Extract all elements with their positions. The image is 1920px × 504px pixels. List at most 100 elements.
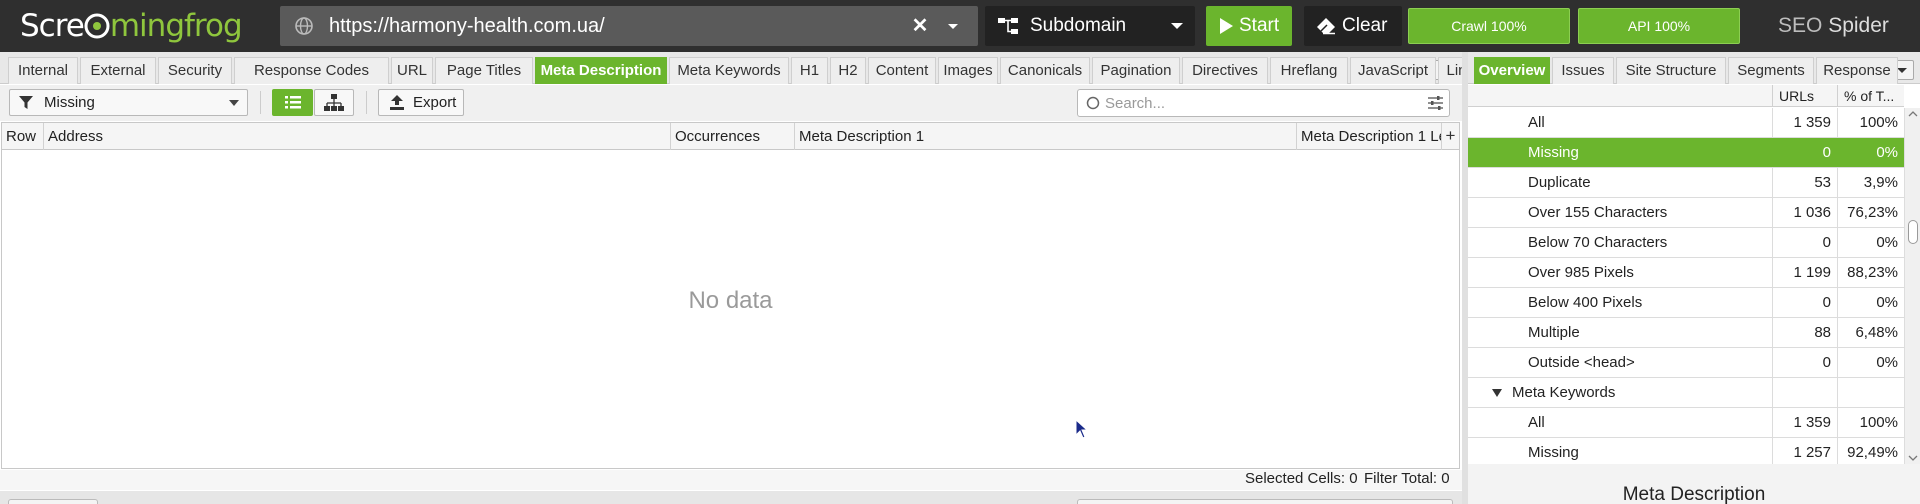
column-occurrences[interactable]: Occurrences xyxy=(671,123,795,150)
tree-view-button[interactable] xyxy=(314,89,354,116)
close-icon[interactable]: ✕ xyxy=(910,16,930,36)
overview-row-urls xyxy=(1772,378,1837,407)
list-icon xyxy=(285,96,301,109)
sliders-icon[interactable] xyxy=(1428,96,1443,110)
overview-row[interactable]: Duplicate 53 3,9% xyxy=(1468,168,1904,198)
column-percent[interactable]: % of T... xyxy=(1837,85,1904,107)
tab-segments[interactable]: Segments xyxy=(1728,57,1814,84)
tab-external[interactable]: External xyxy=(80,57,156,84)
tab-site-structure[interactable]: Site Structure xyxy=(1616,57,1726,84)
chevron-up-icon[interactable] xyxy=(1908,110,1918,118)
overview-row-label: Below 70 Characters xyxy=(1528,234,1668,251)
tab-directives[interactable]: Directives xyxy=(1182,57,1268,84)
tab-url[interactable]: URL xyxy=(391,57,433,84)
overview-scrollbar[interactable] xyxy=(1904,108,1920,464)
tab-internal[interactable]: Internal xyxy=(8,57,78,84)
overview-row-percent: 76,23% xyxy=(1837,198,1904,227)
expand-triangle-icon[interactable] xyxy=(1492,389,1502,397)
column-meta-description-1[interactable]: Meta Description 1 xyxy=(795,123,1297,150)
overview-category[interactable]: Meta Keywords xyxy=(1468,378,1904,408)
tab-meta-keywords[interactable]: Meta Keywords xyxy=(669,57,789,84)
overview-row-percent: 92,49% xyxy=(1837,438,1904,464)
lower-pane-search[interactable] xyxy=(1077,499,1453,504)
top-toolbar: Scre mingfrog https://harmony-health.com.… xyxy=(0,0,1920,52)
divider xyxy=(366,91,367,114)
overview-row-label: All xyxy=(1528,114,1545,131)
tab-issues[interactable]: Issues xyxy=(1552,57,1614,84)
tab-meta-description[interactable]: Meta Description xyxy=(535,57,667,84)
overview-row[interactable]: Over 155 Characters 1 036 76,23% xyxy=(1468,198,1904,228)
overview-row-percent: 100% xyxy=(1837,108,1904,137)
chart-title: Meta Description xyxy=(1622,484,1766,504)
overview-row[interactable]: Missing 1 257 92,49% xyxy=(1468,438,1904,464)
overview-row[interactable]: Missing 0 0% xyxy=(1468,138,1904,168)
overview-row-percent: 0% xyxy=(1837,348,1904,377)
tab-response-codes[interactable]: Response Codes xyxy=(234,57,389,84)
overview-row[interactable]: Below 400 Pixels 0 0% xyxy=(1468,288,1904,318)
tab-javascript[interactable]: JavaScript xyxy=(1350,57,1436,84)
overview-row-percent: 100% xyxy=(1837,408,1904,437)
overview-row-percent: 0% xyxy=(1837,228,1904,257)
overview-row-percent: 88,23% xyxy=(1837,258,1904,287)
overview-row[interactable]: All 1 359 100% xyxy=(1468,408,1904,438)
tab-overview[interactable]: Overview xyxy=(1474,57,1550,84)
overview-row-urls: 1 359 xyxy=(1772,408,1837,437)
filter-toolbar: Missing Export xyxy=(0,85,1462,121)
scrollbar-thumb[interactable] xyxy=(1908,220,1918,244)
list-view-button[interactable] xyxy=(272,89,313,116)
tab-response[interactable]: Response xyxy=(1816,57,1898,84)
filter-value: Missing xyxy=(44,94,95,111)
chevron-down-icon[interactable] xyxy=(1908,454,1918,462)
url-text[interactable]: https://harmony-health.com.ua/ xyxy=(329,6,605,46)
tab-hreflang[interactable]: Hreflang xyxy=(1270,57,1348,84)
overview-row[interactable]: Outside <head> 0 0% xyxy=(1468,348,1904,378)
results-table: Row Address Occurrences Meta Description… xyxy=(1,122,1460,469)
overview-row[interactable]: Over 985 Pixels 1 199 88,23% xyxy=(1468,258,1904,288)
overview-row-urls: 1 199 xyxy=(1772,258,1837,287)
search-input[interactable] xyxy=(1105,93,1405,113)
column-meta-description-1-length[interactable]: Meta Description 1 Le xyxy=(1297,123,1442,150)
overview-row-urls: 0 xyxy=(1772,138,1837,167)
mouse-cursor-icon xyxy=(1075,419,1089,439)
tab-h2[interactable]: H2 xyxy=(830,57,866,84)
lower-pane-tab[interactable] xyxy=(8,499,98,504)
overview-row[interactable]: Multiple 88 6,48% xyxy=(1468,318,1904,348)
column-address[interactable]: Address xyxy=(44,123,671,150)
overview-row-urls: 88 xyxy=(1772,318,1837,347)
crawl-mode-select[interactable]: Subdomain xyxy=(985,6,1195,46)
clear-label: Clear xyxy=(1342,15,1388,36)
tab-pagination[interactable]: Pagination xyxy=(1092,57,1180,84)
lower-pane-edge xyxy=(0,491,1462,504)
overview-row-label: Meta Keywords xyxy=(1512,384,1616,401)
chart-pane: Meta Description xyxy=(1468,464,1920,504)
start-label: Start xyxy=(1239,15,1280,36)
overview-row[interactable]: All 1 359 100% xyxy=(1468,108,1904,138)
api-progress-bar: API 100% xyxy=(1578,8,1740,44)
overview-row-urls: 0 xyxy=(1772,288,1837,317)
column-urls[interactable]: URLs xyxy=(1772,85,1837,107)
tab-canonicals[interactable]: Canonicals xyxy=(1000,57,1090,84)
search-field[interactable] xyxy=(1077,89,1450,117)
overview-row-label: Below 400 Pixels xyxy=(1528,294,1643,311)
site-tree-icon xyxy=(998,18,1018,34)
chevron-down-icon[interactable] xyxy=(943,16,963,36)
add-column-button[interactable]: + xyxy=(1442,123,1459,150)
url-input[interactable]: https://harmony-health.com.ua/ ✕ xyxy=(280,6,978,46)
overview-row[interactable]: Below 70 Characters 0 0% xyxy=(1468,228,1904,258)
tab-content[interactable]: Content xyxy=(868,57,936,84)
tab-security[interactable]: Security xyxy=(158,57,232,84)
divider xyxy=(260,91,261,114)
column-row[interactable]: Row xyxy=(2,123,44,150)
export-button[interactable]: Export xyxy=(378,89,464,116)
chevron-down-icon xyxy=(229,100,239,106)
filter-dropdown[interactable]: Missing xyxy=(9,89,248,116)
tab-h1[interactable]: H1 xyxy=(791,57,828,84)
globe-icon xyxy=(295,17,313,35)
tab-page-titles[interactable]: Page Titles xyxy=(435,57,533,84)
tab-images[interactable]: Images xyxy=(938,57,998,84)
selected-cells-label: Selected Cells: xyxy=(1245,470,1346,487)
overview-row-percent: 6,48% xyxy=(1837,318,1904,347)
start-button[interactable]: Start xyxy=(1206,6,1292,46)
status-bar: Selected Cells: 0 Filter Total: 0 xyxy=(0,470,1462,490)
clear-button[interactable]: Clear xyxy=(1304,6,1402,46)
